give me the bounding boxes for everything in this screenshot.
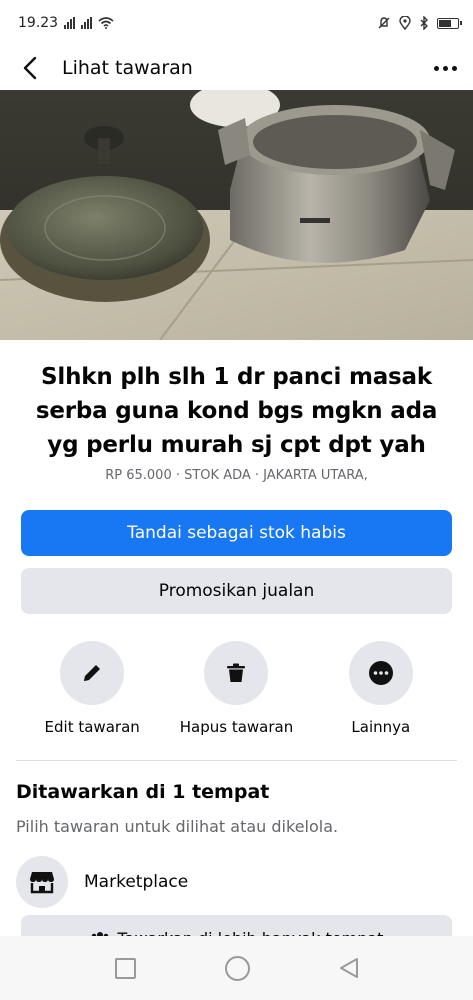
status-bar: 19.23 <box>0 0 473 46</box>
more-circle-icon[interactable] <box>348 641 413 705</box>
page-title: Lihat tawaran <box>62 57 193 79</box>
location-icon <box>399 16 411 30</box>
marketplace-icon <box>16 856 68 908</box>
delete-listing-action[interactable]: Hapus tawaran <box>164 641 308 736</box>
divider <box>16 760 457 761</box>
wifi-icon <box>98 17 114 29</box>
system-nav-bar <box>0 936 473 1000</box>
listing-title: Slhkn plh slh 1 dr panci masak serba gun… <box>35 364 438 458</box>
edit-listing-action[interactable]: Edit tawaran <box>20 641 164 736</box>
listing-meta: RP 65.000 · STOK ADA · JAKARTA UTARA, <box>105 468 368 483</box>
status-right <box>377 16 462 30</box>
promote-button[interactable]: Promosikan jualan <box>21 568 452 614</box>
home-icon[interactable] <box>224 955 250 981</box>
marketplace-label: Marketplace <box>84 872 189 892</box>
app-bar: Lihat tawaran <box>0 46 473 90</box>
delete-listing-label: Hapus tawaran <box>179 718 294 736</box>
bluetooth-icon <box>420 16 428 30</box>
more-dots-icon[interactable] <box>434 65 457 71</box>
listing-photo[interactable] <box>0 90 473 340</box>
edit-listing-label: Edit tawaran <box>44 718 140 736</box>
more-label: Lainnya <box>351 718 411 736</box>
back-arrow-icon[interactable] <box>16 54 44 82</box>
marketplace-item[interactable]: Marketplace <box>16 856 457 908</box>
more-action[interactable]: Lainnya <box>309 641 453 736</box>
pencil-icon[interactable] <box>60 641 125 705</box>
signal-icon <box>64 17 76 29</box>
mute-icon <box>378 17 390 29</box>
offered-section-title: Ditawarkan di 1 tempat <box>16 781 270 803</box>
battery-icon <box>437 17 462 29</box>
offered-section-subtitle: Pilih tawaran untuk dilihat atau dikelol… <box>16 817 339 836</box>
trash-icon[interactable] <box>204 641 269 705</box>
mark-sold-button[interactable]: Tandai sebagai stok habis <box>21 510 452 556</box>
recent-apps-icon[interactable] <box>114 957 136 979</box>
listing-actions: Edit tawaran Hapus tawaran Lainnya <box>0 641 473 736</box>
status-time: 19.23 <box>18 15 59 31</box>
status-left: 19.23 <box>18 15 114 31</box>
signal-icon <box>81 17 93 29</box>
back-nav-icon[interactable] <box>339 957 359 979</box>
listing-photo-image <box>0 90 473 340</box>
